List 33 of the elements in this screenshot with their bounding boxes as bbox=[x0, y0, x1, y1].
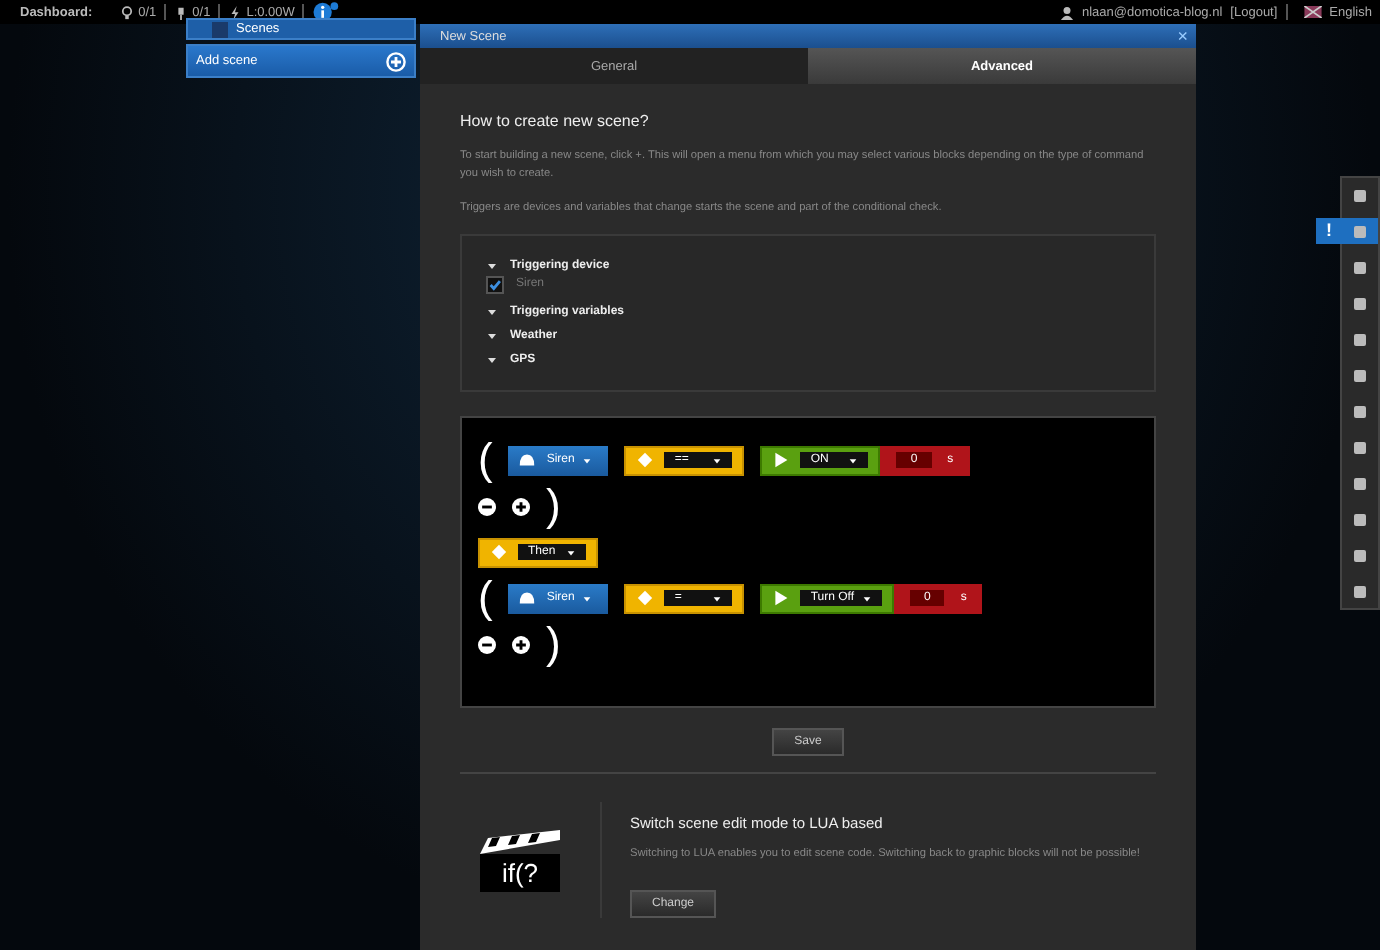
remove-icon[interactable] bbox=[478, 635, 496, 654]
parenthesis: ( bbox=[478, 576, 493, 621]
parenthesis: ) bbox=[546, 484, 561, 529]
dropdown-caret-icon bbox=[566, 547, 576, 558]
device-icon bbox=[518, 590, 537, 607]
add-icon bbox=[386, 51, 406, 71]
parenthesis: ( bbox=[478, 438, 493, 483]
scene-icon bbox=[212, 21, 228, 37]
dropdown-caret-icon bbox=[582, 593, 593, 604]
dropdown-caret-icon bbox=[582, 455, 593, 466]
dropdown-caret-icon bbox=[712, 593, 723, 604]
remove-icon[interactable] bbox=[478, 497, 496, 516]
checkbox[interactable] bbox=[486, 275, 504, 294]
add-icon[interactable] bbox=[512, 497, 530, 516]
plug-icon bbox=[174, 5, 189, 19]
dropdown-caret-icon bbox=[712, 455, 723, 466]
section-heading: How to create new scene? bbox=[460, 112, 651, 130]
bulb-icon bbox=[120, 5, 135, 19]
diamond-icon bbox=[636, 590, 655, 607]
caret-icon[interactable] bbox=[486, 259, 498, 272]
alert-badge[interactable]: ! bbox=[1316, 218, 1342, 244]
parenthesis: ) bbox=[546, 622, 561, 667]
close-button[interactable]: × bbox=[1177, 27, 1188, 45]
play-icon bbox=[772, 452, 791, 469]
add-icon[interactable] bbox=[512, 635, 530, 654]
diamond-icon bbox=[636, 452, 655, 469]
dropdown-caret-icon bbox=[862, 593, 873, 604]
dropdown-caret-icon bbox=[848, 455, 859, 466]
user-icon bbox=[1059, 5, 1074, 19]
play-icon bbox=[772, 590, 791, 607]
flag-icon[interactable] bbox=[1303, 6, 1322, 18]
device-icon bbox=[518, 452, 537, 469]
diamond-icon bbox=[490, 544, 508, 561]
